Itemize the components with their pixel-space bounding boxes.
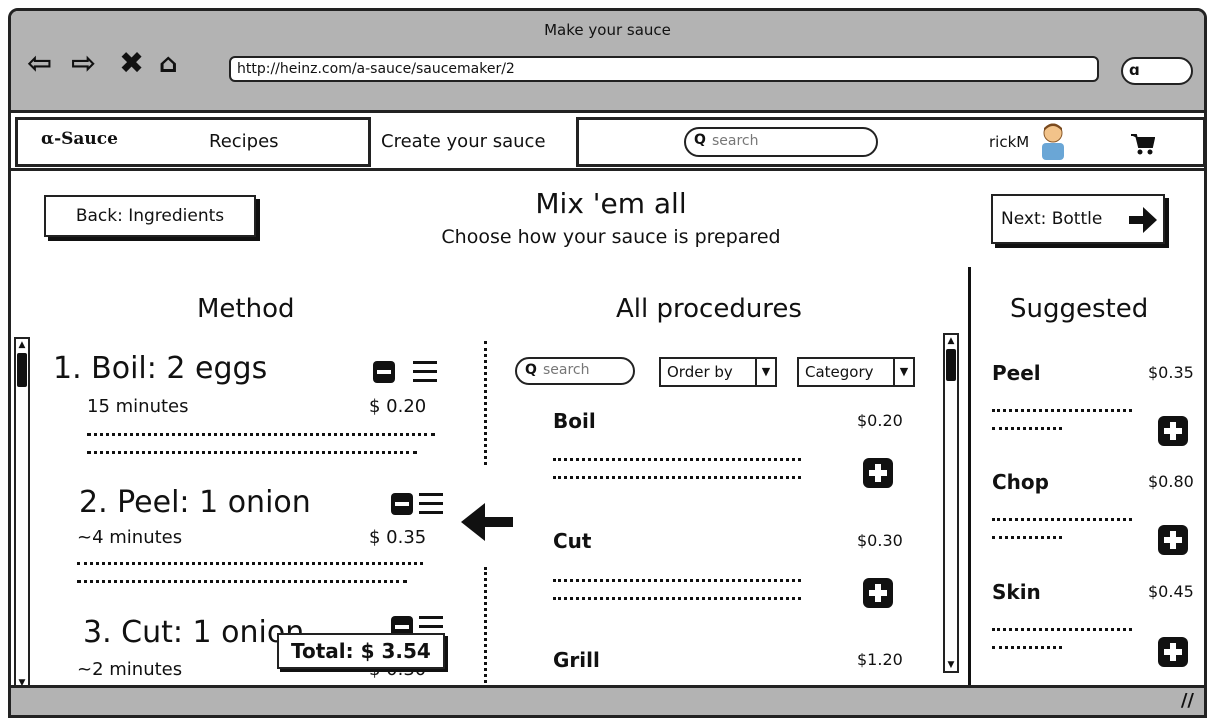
procedures-scrollbar[interactable]: ▲ ▼ [943,333,959,673]
step-name: 3. Cut: 1 onion [83,615,305,650]
suggested-name: Chop [992,470,1049,494]
method-title: Method [197,294,295,324]
suggested-description [992,409,1132,413]
forward-arrow-icon[interactable]: ⇨ [71,47,96,81]
cart-icon[interactable] [1131,133,1155,155]
procedures-title: All procedures [616,294,802,324]
order-by-select[interactable]: Order by ▼ [659,357,777,387]
suggested-description [992,536,1062,540]
nav-right-group [576,117,1204,167]
suggested-description [992,518,1132,522]
step-name: 2. Peel: 1 onion [79,485,311,520]
page-title: Mix 'em all [535,187,687,220]
suggested-price: $0.45 [1148,582,1194,601]
suggested-price: $0.35 [1148,363,1194,382]
suggested-description [992,628,1132,632]
scroll-up-icon[interactable]: ▲ [16,339,28,351]
suggested-name: Peel [992,361,1041,385]
add-procedure-icon[interactable] [863,578,893,608]
method-scrollbar[interactable]: ▲ ▼ [14,337,30,691]
brand-logo[interactable]: α-Sauce [41,129,118,149]
step-description [87,433,435,437]
procedure-description [553,476,801,480]
next-bottle-button[interactable]: Next: Bottle [991,194,1165,244]
browser-window: Make your sauce ⇦ ⇨ ✖ ⌂ http://heinz.com… [8,8,1207,718]
app-navbar: α-Sauce Recipes Create your sauce Q sear… [11,113,1204,171]
back-arrow-icon[interactable]: ⇦ [27,47,52,81]
suggested-description [992,646,1062,650]
step-description [77,580,407,584]
nav-create-sauce[interactable]: Create your sauce [381,131,546,152]
browser-search-field[interactable]: ɑ [1121,57,1193,85]
chevron-down-icon: ▼ [893,359,913,385]
procedure-name: Boil [553,409,596,433]
insert-arrow-icon [461,503,513,541]
suggested-price: $0.80 [1148,472,1194,491]
scroll-up-icon[interactable]: ▲ [945,335,957,347]
step-time: ~2 minutes [77,659,183,680]
stop-icon[interactable]: ✖ [119,47,144,81]
chevron-down-icon: ▼ [755,359,775,385]
procedure-price: $0.30 [857,531,903,550]
add-suggested-icon[interactable] [1158,416,1188,446]
procedures-search-input[interactable]: Q search [515,357,635,385]
scroll-down-icon[interactable]: ▼ [945,659,957,671]
window-title: Make your sauce [544,21,671,39]
procedure-description [553,458,801,462]
add-procedure-icon[interactable] [863,458,893,488]
address-bar[interactable]: http://heinz.com/a-sauce/saucemaker/2 [229,56,1099,82]
status-bar: // [11,685,1204,715]
step-description [77,562,423,566]
arrow-right-icon [1129,207,1157,233]
procedure-price: $0.20 [857,411,903,430]
scroll-thumb[interactable] [17,353,27,387]
drag-handle-icon[interactable] [413,361,437,383]
suggested-name: Skin [992,580,1041,604]
step-description [87,451,417,455]
column-separator [484,567,487,689]
remove-step-icon[interactable] [391,493,413,515]
step-time: 15 minutes [87,396,189,417]
procedure-name: Grill [553,648,600,672]
suggested-title: Suggested [1010,294,1149,324]
remove-step-icon[interactable] [373,361,395,383]
add-suggested-icon[interactable] [1158,637,1188,667]
nav-search-input[interactable]: Q search [684,127,878,157]
category-select[interactable]: Category ▼ [797,357,915,387]
step-price: $ 0.35 [369,527,427,548]
scroll-thumb[interactable] [946,349,956,381]
search-icon: Q [525,362,537,378]
username[interactable]: rickM [989,133,1029,151]
search-icon: Q [694,132,706,148]
avatar[interactable] [1039,121,1067,161]
column-separator [484,341,487,465]
suggested-divider [968,267,971,689]
suggested-description [992,427,1062,431]
step-price: $ 0.20 [369,396,427,417]
step-name: 1. Boil: 2 eggs [53,351,268,386]
procedure-name: Cut [553,529,592,553]
procedure-price: $1.20 [857,650,903,669]
total-price: Total: $ 3.54 [277,633,445,669]
drag-handle-icon[interactable] [419,493,443,515]
resize-grip-icon[interactable]: // [1181,690,1194,711]
step-time: ~4 minutes [77,527,183,548]
search-icon: ɑ [1129,61,1140,79]
page-subtitle: Choose how your sauce is prepared [441,226,781,248]
browser-chrome: Make your sauce ⇦ ⇨ ✖ ⌂ http://heinz.com… [11,11,1204,113]
add-suggested-icon[interactable] [1158,525,1188,555]
back-ingredients-button[interactable]: Back: Ingredients [44,195,256,237]
home-icon[interactable]: ⌂ [159,47,178,81]
procedure-description [553,579,801,583]
procedure-description [553,597,801,601]
nav-recipes[interactable]: Recipes [209,131,279,152]
